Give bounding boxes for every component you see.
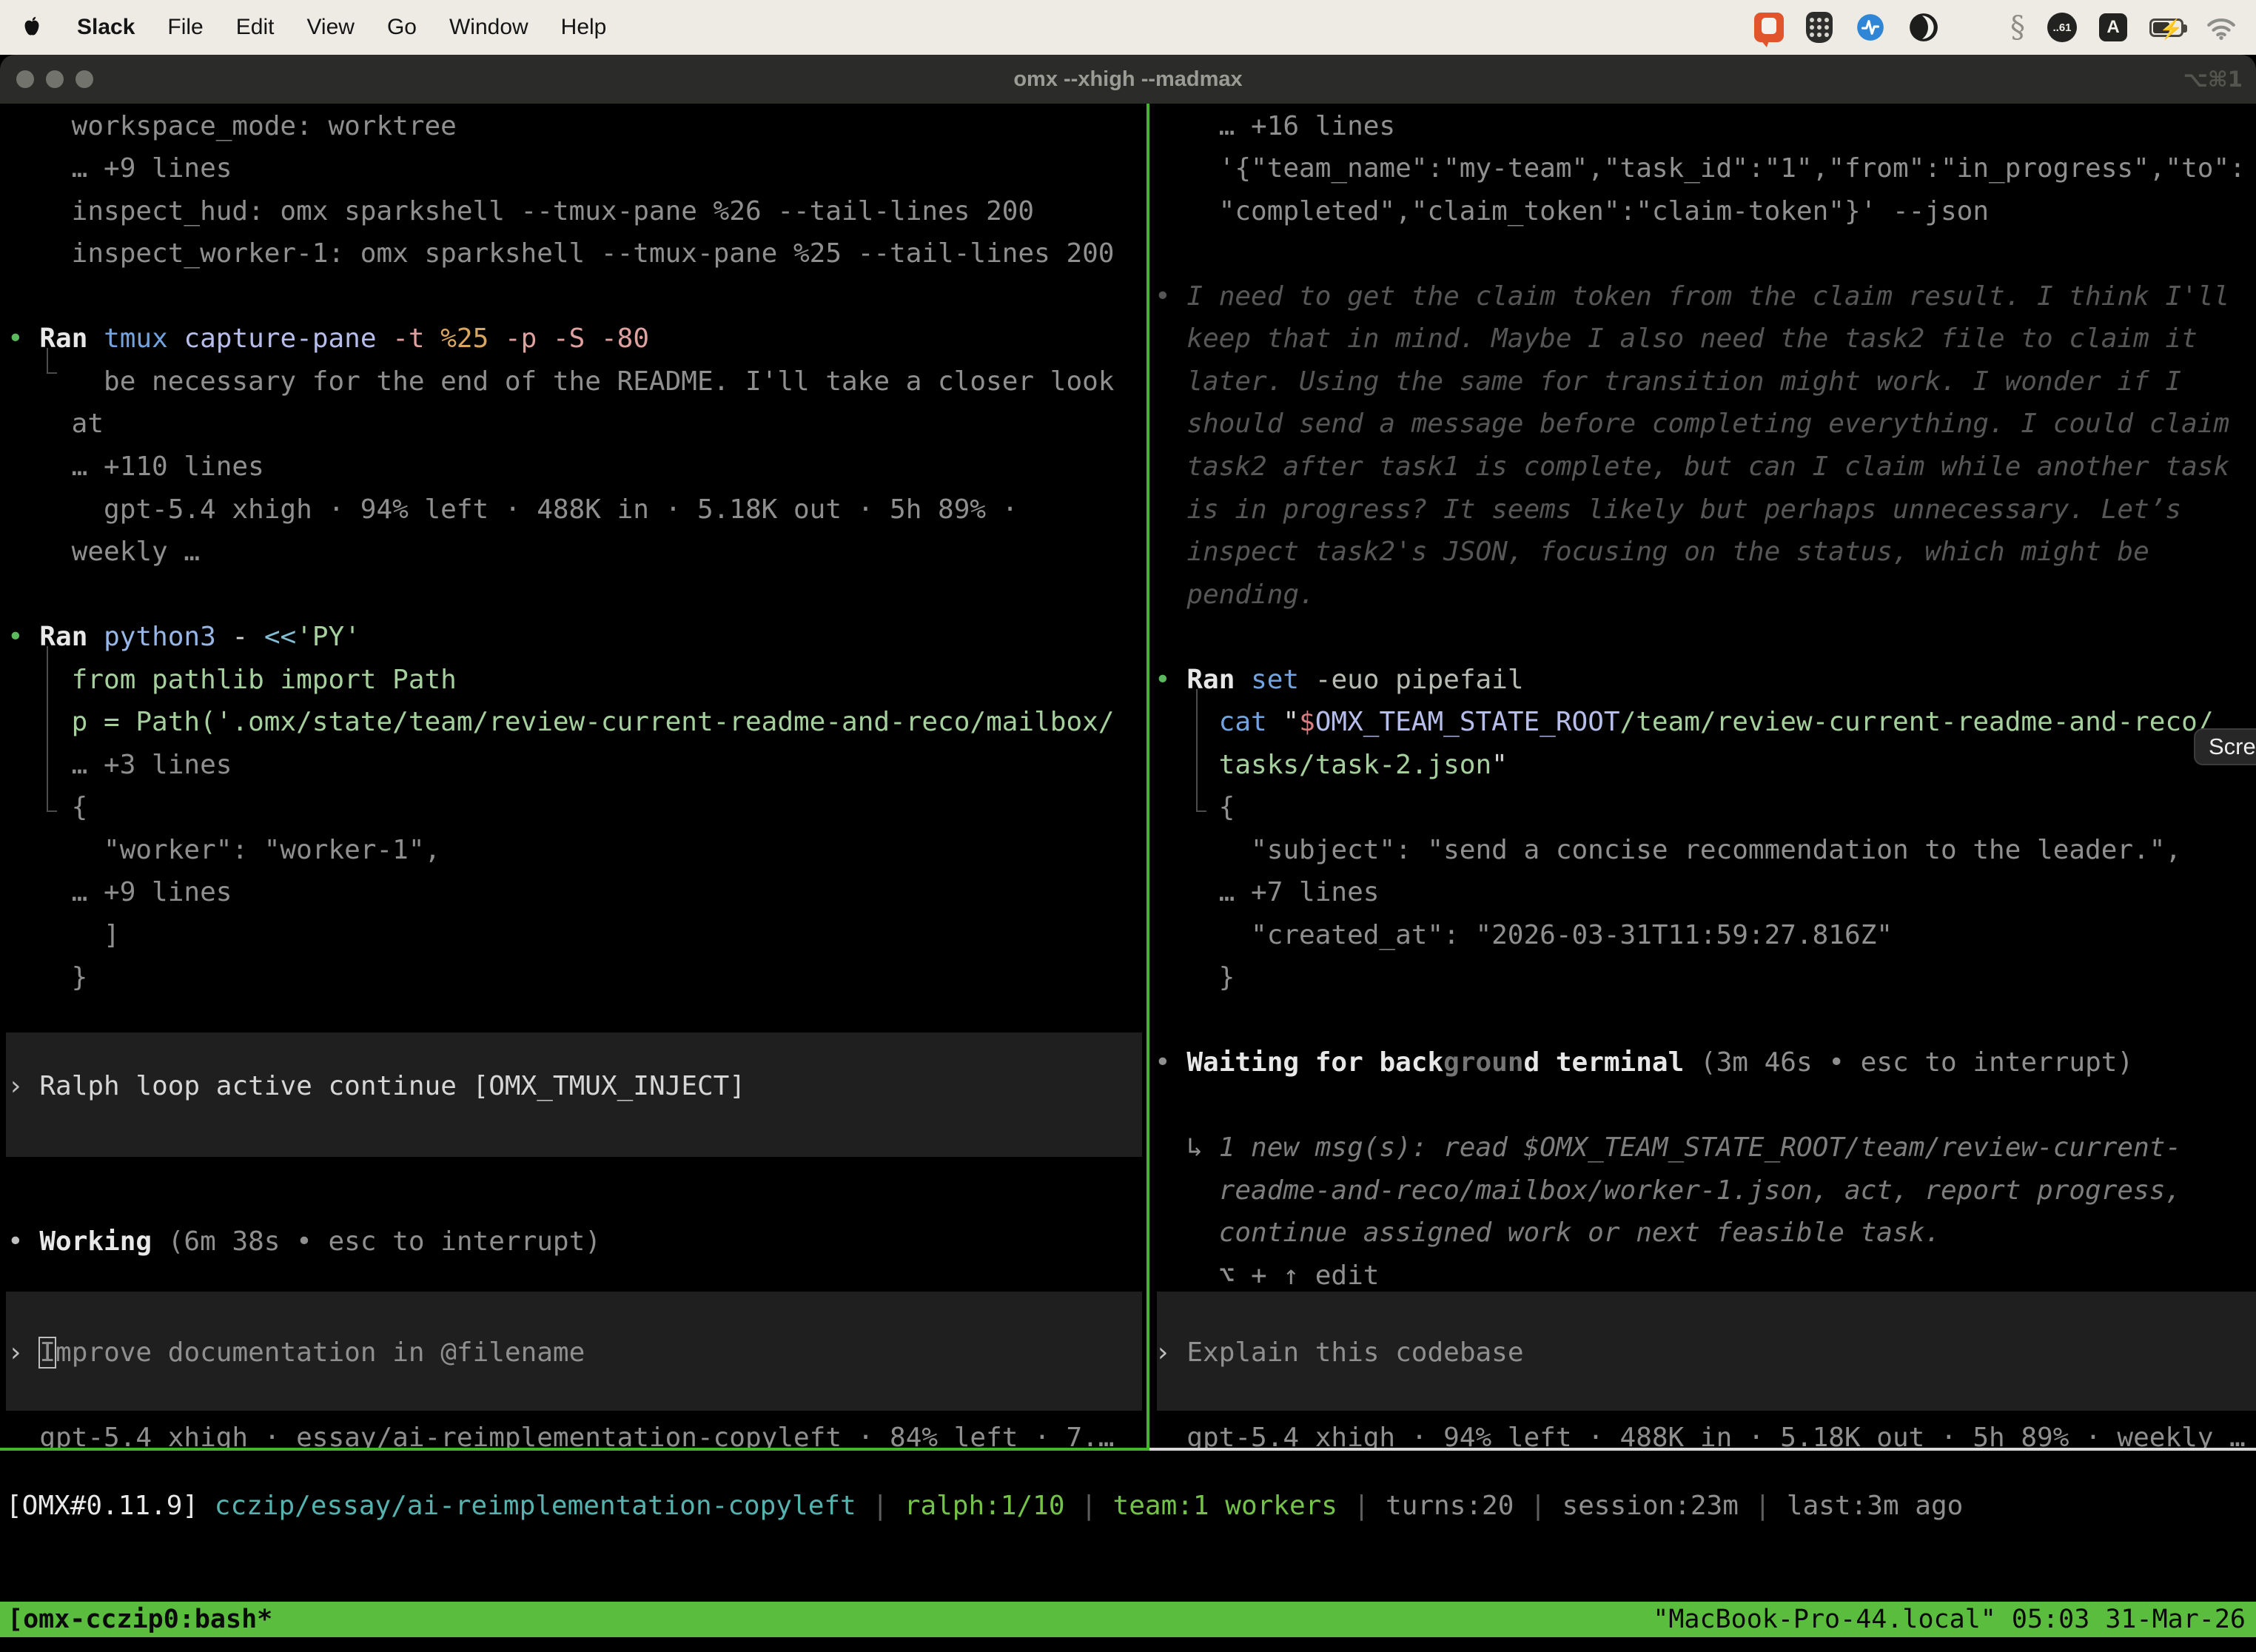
blue-bolt-icon[interactable] — [1855, 12, 1886, 43]
terminal-line: } — [1219, 961, 1235, 995]
menu-item-help[interactable]: Help — [561, 15, 607, 40]
terminal-line: later. Using the same for transition mig… — [1186, 365, 2181, 399]
terminal-line: gpt-5.4 xhigh · 94% left · 488K in · 5.1… — [1186, 1421, 2245, 1448]
terminal-line: { — [72, 790, 88, 825]
terminal-line: "created_at": "2026-03-31T11:59:27.816Z" — [1251, 919, 1893, 953]
menu-item-file[interactable]: File — [167, 15, 203, 40]
terminal-line: gpt-5.4 xhigh · essay/ai-reimplementatio… — [39, 1421, 1114, 1448]
tmux-pane-right[interactable]: … +16 lines '{"team_name":"my-team","task… — [1152, 104, 2256, 1448]
window-title: omx --xhigh --madmax — [0, 55, 2256, 104]
menu-item-go[interactable]: Go — [387, 15, 417, 40]
apple-logo-icon[interactable] — [22, 16, 44, 39]
terminal-line: ⌥ + ↑ edit — [1219, 1259, 1380, 1293]
terminal: workspace_mode: worktree … +9 lines inspec… — [0, 104, 2256, 1652]
terminal-line: gpt-5.4 xhigh · 94% left · 488K in · 5.1… — [104, 493, 1018, 527]
terminal-line: … +9 lines — [72, 876, 232, 910]
badge-61-icon[interactable]: ..61 — [2047, 13, 2077, 42]
terminal-line: workspace_mode: worktree — [72, 110, 457, 144]
terminal-line: inspect_hud: omx sparkshell --tmux-pane … — [72, 195, 1034, 229]
tmux-window-label[interactable]: [omx-cczip0:bash* — [0, 1605, 272, 1634]
terminal-line: › Improve documentation in @filename — [7, 1336, 585, 1370]
terminal-line: { — [1219, 790, 1235, 825]
terminal-line: readme-and-reco/mailbox/worker-1.json, a… — [1219, 1174, 2181, 1208]
terminal-line: } — [72, 961, 88, 995]
terminal-line: inspect task2's JSON, focusing on the st… — [1186, 535, 2149, 569]
menubar-status-icons: § ..61 A ⚡ — [1754, 10, 2256, 44]
terminal-line: • Ran tmux capture-pane -t %25 -p -S -80 — [7, 322, 649, 356]
tmux-pane-left[interactable]: workspace_mode: worktree … +9 lines inspec… — [0, 104, 1147, 1448]
window-titlebar[interactable]: omx --xhigh --madmax ⌥⌘1 — [0, 55, 2256, 104]
terminal-line: • Ran python3 - <<'PY' — [7, 620, 360, 654]
terminal-line: p = Path('.omx/state/team/review-current… — [72, 705, 1115, 739]
chat-icon[interactable] — [1754, 13, 1784, 42]
terminal-line: '{"team_name":"my-team","task_id":"1","f… — [1219, 152, 2246, 186]
terminal-line: pending. — [1186, 578, 1315, 612]
terminal-line: › Explain this codebase — [1155, 1336, 1524, 1370]
terminal-line: … +16 lines — [1219, 110, 1395, 144]
terminal-line: cat "$OMX_TEAM_STATE_ROOT/team/review-cu… — [1219, 705, 2214, 739]
window-shortcut-hint: ⌥⌘1 — [2183, 55, 2243, 104]
terminal-line: keep that in mind. Maybe I also need the… — [1186, 322, 2197, 356]
shield-grid-icon[interactable] — [1806, 12, 1833, 43]
tmux-status-bar: [omx-cczip0:bash* "MacBook-Pro-44.local"… — [0, 1602, 2256, 1637]
tmux-host-clock: "MacBook-Pro-44.local" 05:03 31-Mar-26 — [1653, 1605, 2256, 1634]
menu-item-view[interactable]: View — [306, 15, 354, 40]
terminal-line: › Ralph loop active continue [OMX_TMUX_I… — [7, 1070, 745, 1104]
terminal-line: "subject": "send a concise recommendatio… — [1251, 833, 2181, 867]
menu-app-name[interactable]: Slack — [77, 15, 135, 40]
wifi-icon[interactable] — [2206, 15, 2237, 40]
pane-divider-vertical[interactable] — [1147, 104, 1149, 1448]
squiggle-icon[interactable]: § — [2010, 10, 2025, 44]
pane-border-bottom-active — [0, 1448, 1149, 1451]
menubar-menus: Slack File Edit View Go Window Help — [0, 15, 606, 40]
text-cursor: I — [39, 1337, 56, 1368]
terminal-line: • Ran set -euo pipefail — [1155, 663, 1524, 697]
terminal-line: is in progress? It seems likely but perh… — [1186, 493, 2181, 527]
terminal-line: be necessary for the end of the README. … — [104, 365, 1114, 399]
terminal-line: should send a message before completing … — [1186, 407, 2229, 441]
output-connector-line — [1196, 689, 1206, 812]
menu-item-window[interactable]: Window — [449, 15, 528, 40]
dots-grid-icon[interactable] — [1961, 14, 1988, 41]
terminal-line: … +110 lines — [72, 450, 264, 484]
terminal-line: • I need to get the claim token from the… — [1155, 280, 2229, 314]
screen: Slack File Edit View Go Window Help — [0, 0, 2256, 1652]
terminal-line: ↳ 1 new msg(s): read $OMX_TEAM_STATE_ROO… — [1186, 1131, 2181, 1165]
terminal-line: "completed","claim_token":"claim-token"}… — [1219, 195, 1989, 229]
terminal-line: … +3 lines — [72, 748, 232, 782]
macos-menubar: Slack File Edit View Go Window Help — [0, 0, 2256, 55]
terminal-line: • Working (6m 38s • esc to interrupt) — [7, 1225, 601, 1259]
terminal-line: task2 after task1 is complete, but can I… — [1186, 450, 2229, 484]
screen-recording-chip[interactable]: Scre — [2194, 728, 2256, 765]
terminal-line: ] — [104, 919, 120, 953]
terminal-line: continue assigned work or next feasible … — [1219, 1216, 1941, 1250]
terminal-line: … +9 lines — [72, 152, 232, 186]
terminal-line: tasks/task-2.json" — [1219, 748, 1508, 782]
terminal-line: … +7 lines — [1219, 876, 1380, 910]
pane-border-bottom-inactive — [1149, 1448, 2256, 1451]
output-connector-line — [47, 646, 57, 812]
keyboard-a-icon[interactable]: A — [2099, 13, 2127, 41]
terminal-line: inspect_worker-1: omx sparkshell --tmux-… — [72, 237, 1115, 271]
omx-hud-statusline: [OMX#0.11.9] cczip/essay/ai-reimplementa… — [6, 1489, 1963, 1523]
menu-item-edit[interactable]: Edit — [236, 15, 275, 40]
terminal-line: • Waiting for background terminal (3m 46… — [1155, 1046, 2133, 1080]
terminal-line: at — [72, 407, 104, 441]
battery-charging-icon[interactable]: ⚡ — [2149, 19, 2183, 37]
menu-items: File Edit View Go Window Help — [167, 15, 606, 40]
dark-crescent-icon[interactable] — [1908, 12, 1939, 43]
terminal-line: from pathlib import Path — [72, 663, 457, 697]
terminal-line: "worker": "worker-1", — [104, 833, 440, 867]
terminal-line: weekly … — [72, 535, 200, 569]
